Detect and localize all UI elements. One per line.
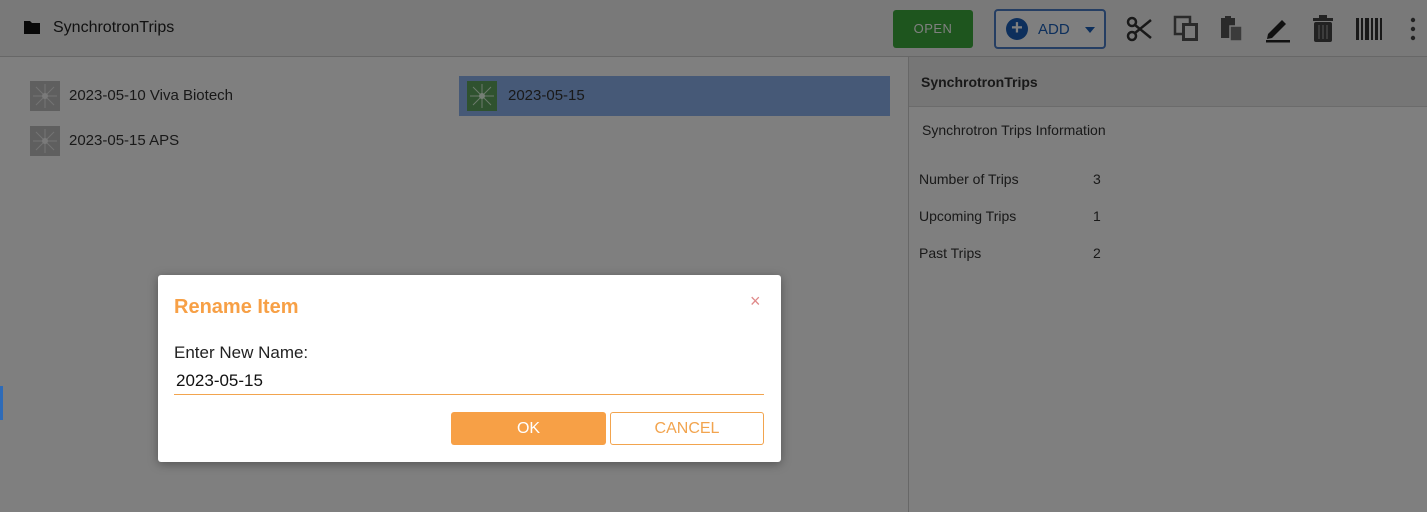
ok-button[interactable]: OK [451, 412, 606, 445]
cancel-button[interactable]: CANCEL [610, 412, 764, 445]
new-name-input[interactable] [174, 367, 764, 395]
new-name-label: Enter New Name: [174, 343, 309, 362]
rename-dialog: Rename Item × Enter New Name: OK CANCEL [158, 275, 781, 462]
close-icon[interactable]: × [750, 292, 761, 310]
edge-indicator [0, 386, 3, 420]
dialog-title: Rename Item [174, 296, 299, 318]
